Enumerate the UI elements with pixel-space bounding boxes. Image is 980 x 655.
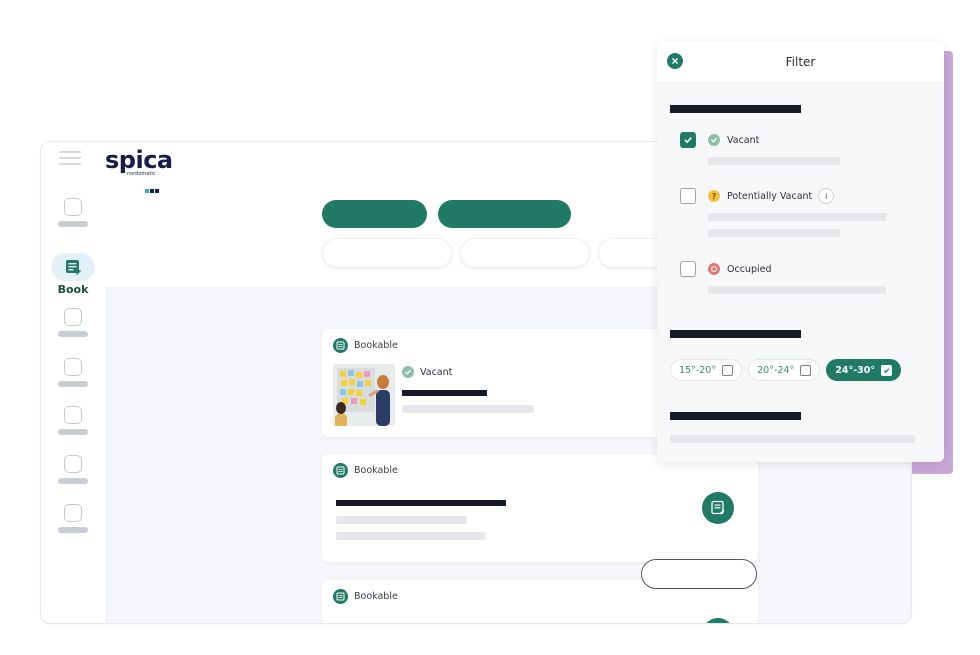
filter-title: Filter xyxy=(785,55,816,69)
menu-icon[interactable] xyxy=(59,147,81,169)
card-tag: Bookable xyxy=(333,463,398,478)
primary-action-button-1[interactable] xyxy=(322,200,427,228)
section-heading-placeholder xyxy=(670,412,801,420)
floating-outline-button[interactable] xyxy=(641,559,757,589)
room-photo xyxy=(333,364,395,426)
option-description-placeholder xyxy=(708,286,886,294)
sidebar-item-book[interactable]: Book xyxy=(51,253,95,296)
room-title-placeholder xyxy=(402,390,487,396)
card-tag-label: Bookable xyxy=(354,340,398,351)
nav-placeholder-label xyxy=(58,429,88,435)
nav-placeholder-label xyxy=(58,527,88,533)
temp-option-label: 20°-24° xyxy=(757,364,795,376)
filter-option-occupied[interactable]: Occupied xyxy=(680,261,772,277)
card-tag-label: Bookable xyxy=(354,465,398,476)
potentially-vacant-checkbox[interactable] xyxy=(680,188,696,204)
sidebar: Book xyxy=(41,142,105,623)
nav-placeholder-label xyxy=(58,478,88,484)
room-card[interactable]: Bookable xyxy=(322,454,758,562)
option-description-placeholder xyxy=(708,229,840,237)
sidebar-item-3[interactable] xyxy=(58,358,90,394)
temp-option-20-24[interactable]: 20°-24° xyxy=(748,359,821,381)
option-description-placeholder xyxy=(708,157,840,165)
room-detail-placeholder xyxy=(336,532,486,540)
room-detail-placeholder xyxy=(336,516,467,524)
sidebar-item-1[interactable] xyxy=(58,198,90,234)
primary-action-button-2[interactable] xyxy=(438,200,571,228)
info-icon[interactable]: i xyxy=(818,188,835,204)
nav-placeholder-label xyxy=(58,221,88,227)
temp-option-15-20[interactable]: 15°-20° xyxy=(670,359,743,381)
sidebar-item-6[interactable] xyxy=(58,504,90,540)
vacant-label: Vacant xyxy=(727,134,760,146)
nav-placeholder-icon xyxy=(64,358,82,376)
bookable-icon xyxy=(333,589,348,604)
filter-panel: Filter Vacant ? Potentially Vacant i Occ… xyxy=(657,42,944,462)
temp-checkbox-checked xyxy=(881,364,893,376)
card-tag: Bookable xyxy=(333,338,398,353)
logo-squares xyxy=(145,178,173,197)
temp-checkbox xyxy=(722,364,734,376)
filter-chip-1[interactable] xyxy=(322,238,452,268)
bookable-icon xyxy=(333,463,348,478)
bookable-icon xyxy=(333,338,348,353)
check-icon xyxy=(684,137,692,144)
room-detail-placeholder xyxy=(402,405,534,413)
potentially-vacant-label: Potentially Vacant xyxy=(727,190,813,202)
book-icon-wrap xyxy=(51,253,95,281)
section-content-placeholder xyxy=(670,435,915,443)
nav-placeholder-label xyxy=(58,331,88,337)
nav-placeholder-icon xyxy=(64,455,82,473)
vacant-status-icon xyxy=(402,366,414,378)
sidebar-item-4[interactable] xyxy=(58,406,90,442)
check-icon xyxy=(883,367,890,373)
nav-placeholder-icon xyxy=(64,504,82,522)
temp-option-label: 24°-30° xyxy=(835,364,876,376)
nav-placeholder-icon xyxy=(64,406,82,424)
filter-body: Vacant ? Potentially Vacant i Occupied 1… xyxy=(657,83,944,462)
no-entry-icon xyxy=(708,263,720,275)
card-tag-label: Bookable xyxy=(354,591,398,602)
nav-placeholder-label xyxy=(58,381,88,387)
temperature-options: 15°-20° 20°-24° 24°-30° xyxy=(670,359,902,381)
section-heading-placeholder xyxy=(670,330,801,338)
filter-header: Filter xyxy=(657,42,944,83)
spica-logo: spica nordomatic xyxy=(105,148,173,197)
logo-text: spica xyxy=(105,146,173,174)
question-icon: ? xyxy=(708,190,720,202)
nav-placeholder-icon xyxy=(64,198,82,216)
card-tag: Bookable xyxy=(333,589,398,604)
book-room-button[interactable] xyxy=(702,492,734,524)
room-title-placeholder xyxy=(336,500,506,506)
vacant-status-icon xyxy=(708,134,720,146)
room-status: Vacant xyxy=(402,366,452,378)
room-status-label: Vacant xyxy=(420,366,453,378)
book-icon xyxy=(711,500,725,515)
temp-checkbox xyxy=(800,364,812,376)
book-icon xyxy=(66,260,81,275)
temp-option-label: 15°-20° xyxy=(679,364,717,376)
sidebar-item-5[interactable] xyxy=(58,455,90,491)
vacant-checkbox[interactable] xyxy=(680,132,696,148)
filter-option-vacant[interactable]: Vacant xyxy=(680,132,759,148)
book-room-button[interactable] xyxy=(702,618,734,623)
sidebar-item-book-label: Book xyxy=(57,283,89,296)
filter-chip-2[interactable] xyxy=(460,238,590,268)
filter-option-potentially-vacant[interactable]: ? Potentially Vacant i xyxy=(680,188,835,204)
section-heading-placeholder xyxy=(670,105,801,113)
nav-placeholder-icon xyxy=(64,308,82,326)
occupied-label: Occupied xyxy=(727,263,772,275)
option-description-placeholder xyxy=(708,213,886,221)
temp-option-24-30[interactable]: 24°-30° xyxy=(826,359,902,381)
sidebar-item-2[interactable] xyxy=(58,308,90,344)
occupied-checkbox[interactable] xyxy=(680,261,696,277)
